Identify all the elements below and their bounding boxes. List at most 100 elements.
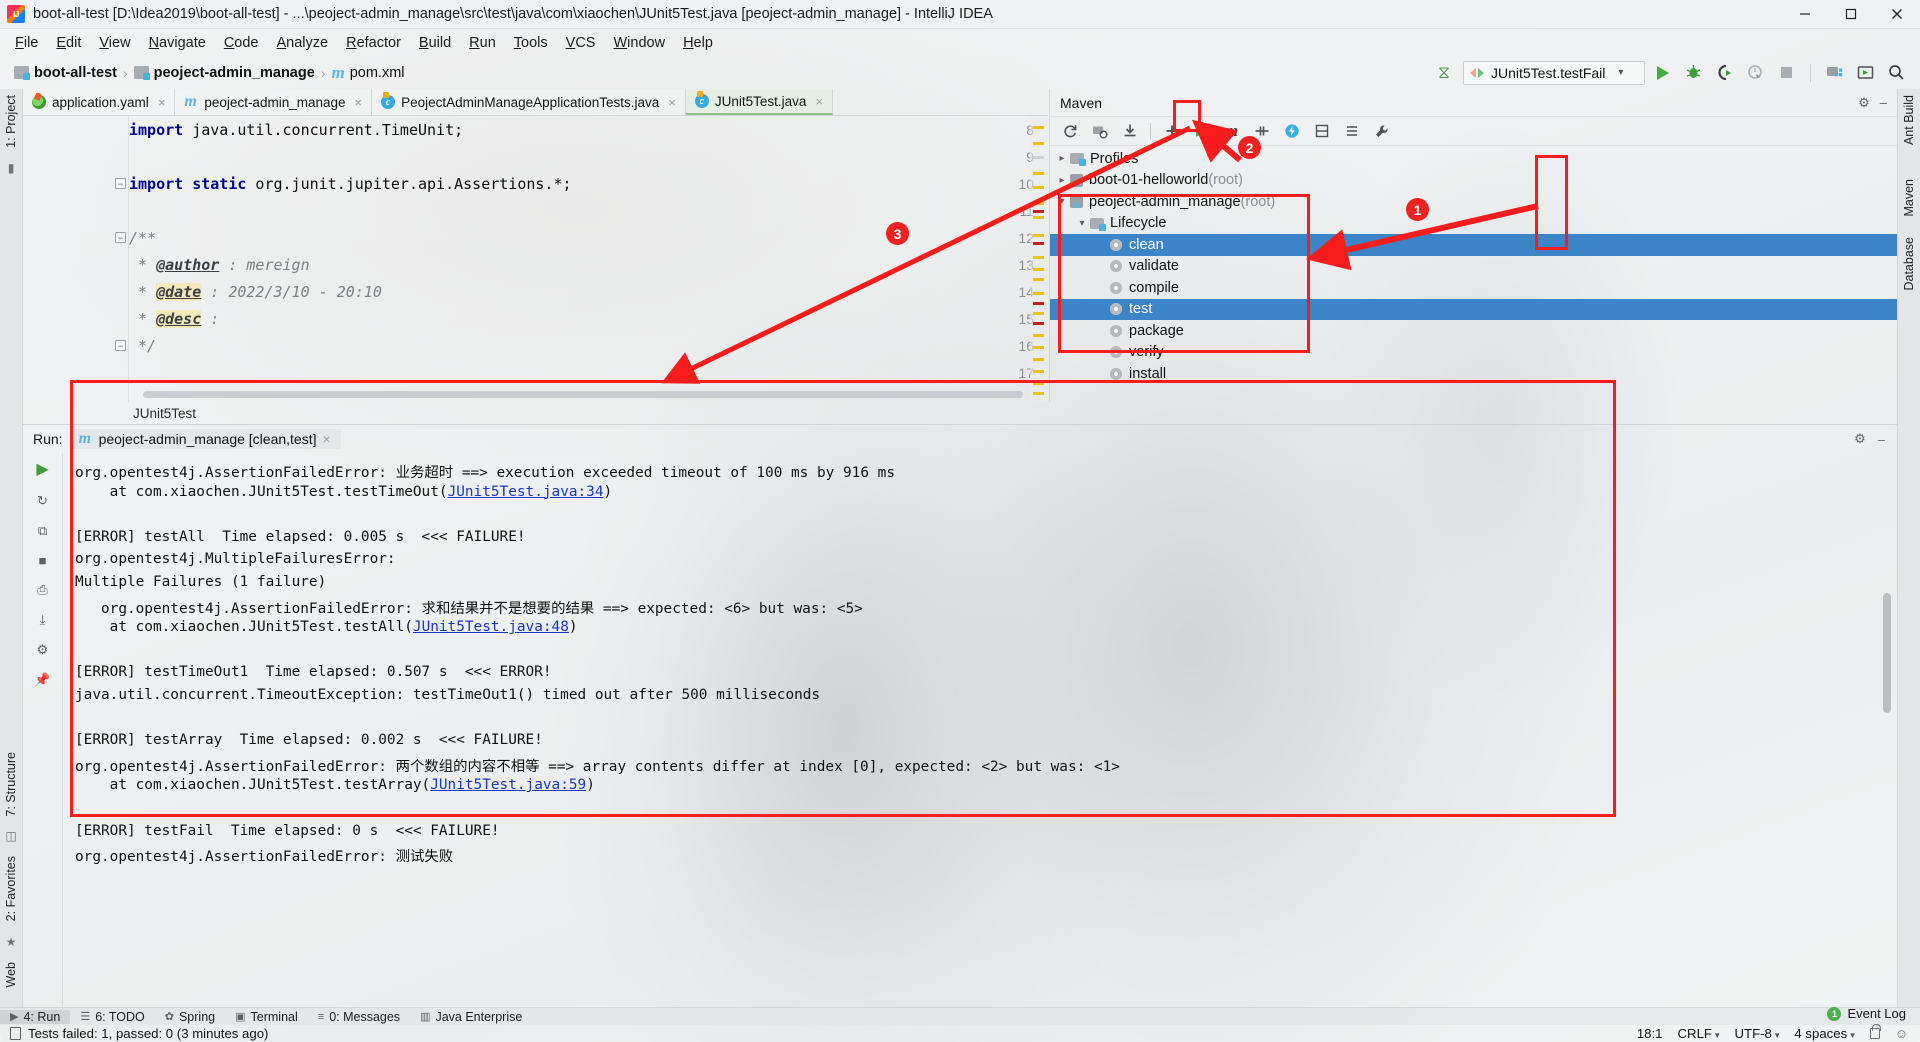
- chevron-right-icon[interactable]: ▸: [1054, 153, 1070, 164]
- profile-button[interactable]: [1742, 60, 1769, 86]
- maven-tree-item-boot-01-helloworld[interactable]: ▸ boot-01-helloworld (root): [1050, 170, 1897, 192]
- maven-tree-item-compile[interactable]: compile: [1050, 277, 1897, 299]
- tool-window-ant-build[interactable]: Ant Build: [1902, 89, 1916, 151]
- favorites-star-icon[interactable]: ★: [6, 928, 17, 956]
- maven-tree-item-install[interactable]: install: [1050, 363, 1897, 385]
- tool-window-messages[interactable]: ≡ 0: Messages: [308, 1010, 410, 1024]
- toggle-skip-tests-button[interactable]: [1278, 118, 1305, 144]
- build-hammer-icon[interactable]: ⧖: [1429, 63, 1459, 83]
- tool-window-structure[interactable]: 7: Structure: [4, 746, 18, 823]
- code-fold-icon[interactable]: −: [115, 178, 126, 189]
- maven-tree-item-peoject-admin-manage[interactable]: ▾ peoject-admin_manage (root): [1050, 191, 1897, 213]
- close-button[interactable]: [1874, 0, 1920, 29]
- run-configuration-selector[interactable]: JUnit5Test.testFail ▾: [1463, 60, 1645, 85]
- stacktrace-link[interactable]: JUnit5Test.java:34: [448, 484, 604, 500]
- caret-position[interactable]: 18:1: [1637, 1026, 1663, 1041]
- maximize-button[interactable]: [1828, 0, 1874, 29]
- pin-button[interactable]: 📌: [34, 672, 50, 688]
- rerun-button[interactable]: ▶: [36, 459, 48, 479]
- breadcrumb-item-0[interactable]: boot-all-test: [14, 65, 117, 81]
- menu-item-build[interactable]: Build: [410, 33, 460, 53]
- toggle-offline-mode-button[interactable]: [1248, 118, 1275, 144]
- close-icon[interactable]: ×: [815, 94, 823, 109]
- close-icon[interactable]: ×: [323, 431, 331, 447]
- menu-item-vcs[interactable]: VCS: [557, 33, 605, 53]
- menu-item-view[interactable]: View: [90, 33, 139, 53]
- execute-maven-goal-button[interactable]: m: [1218, 118, 1245, 144]
- tool-window-java-enterprise[interactable]: ▥ Java Enterprise: [410, 1010, 532, 1024]
- maven-tree-item-profiles[interactable]: ▸ Profiles: [1050, 148, 1897, 170]
- menu-item-file[interactable]: File: [6, 33, 47, 53]
- indent-selector[interactable]: 4 spaces ▾: [1794, 1026, 1854, 1041]
- console-scrollbar[interactable]: [1883, 593, 1891, 713]
- project-folder-icon[interactable]: ▮: [8, 154, 15, 182]
- run-tab[interactable]: m peoject-admin_manage [clean,test] ×: [70, 429, 341, 449]
- tool-window-project[interactable]: 1: Project: [4, 89, 18, 154]
- export-button[interactable]: ⤓: [40, 612, 46, 628]
- structure-icon[interactable]: ◫: [5, 822, 16, 850]
- inspector-icon[interactable]: ☺: [1895, 1026, 1908, 1041]
- editor-tab-0[interactable]: application.yaml ×: [23, 89, 176, 115]
- toggle-auto-test-button[interactable]: ⧉: [38, 523, 47, 539]
- minimize-icon[interactable]: –: [1880, 95, 1887, 110]
- maven-tree-item-package[interactable]: package: [1050, 320, 1897, 342]
- code-fold-icon[interactable]: −: [115, 232, 126, 243]
- event-log-button[interactable]: 1 Event Log: [1827, 1006, 1906, 1021]
- avd-manager-button[interactable]: [1852, 60, 1879, 86]
- menu-item-run[interactable]: Run: [460, 33, 505, 53]
- minimize-button[interactable]: [1782, 0, 1828, 29]
- stacktrace-link[interactable]: JUnit5Test.java:48: [413, 619, 569, 635]
- tool-window-maven[interactable]: Maven: [1902, 173, 1916, 223]
- menu-item-tools[interactable]: Tools: [505, 33, 557, 53]
- code-fold-icon[interactable]: −: [115, 340, 126, 351]
- download-sources-button[interactable]: [1116, 118, 1143, 144]
- chevron-down-icon[interactable]: ▾: [1074, 218, 1090, 229]
- breadcrumb-item-2[interactable]: m pom.xml: [331, 64, 404, 81]
- settings-button[interactable]: ⚙: [37, 642, 49, 658]
- stacktrace-link[interactable]: JUnit5Test.java:59: [430, 777, 586, 793]
- generate-sources-button[interactable]: [1086, 118, 1113, 144]
- tool-window-terminal[interactable]: ▣ Terminal: [225, 1010, 308, 1024]
- tool-window-favorites[interactable]: 2: Favorites: [4, 850, 18, 927]
- maven-settings-button[interactable]: [1368, 118, 1395, 144]
- editor-tab-3[interactable]: c JUnit5Test.java ×: [685, 89, 833, 115]
- run-maven-build-button[interactable]: [1188, 118, 1215, 144]
- editor-marker-bar[interactable]: [1030, 116, 1048, 402]
- collapse-all-button[interactable]: [1308, 118, 1335, 144]
- maven-tree-item-lifecycle[interactable]: ▾ Lifecycle: [1050, 213, 1897, 235]
- gear-icon[interactable]: ⚙: [1858, 95, 1870, 111]
- maven-tree-item-validate[interactable]: validate: [1050, 256, 1897, 278]
- stop-button[interactable]: [1773, 60, 1800, 86]
- tool-window-database[interactable]: Database: [1902, 231, 1916, 297]
- editor-tab-1[interactable]: m peoject-admin_manage ×: [175, 89, 373, 115]
- tool-window-spring[interactable]: ✿ Spring: [155, 1010, 225, 1024]
- chevron-right-icon[interactable]: ▸: [1054, 175, 1070, 186]
- editor-horizontal-scrollbar[interactable]: [143, 391, 1023, 398]
- gear-icon[interactable]: ⚙: [1854, 431, 1866, 447]
- close-icon[interactable]: ×: [158, 95, 166, 110]
- rerun-failed-tests-button[interactable]: ↻: [37, 493, 48, 509]
- maven-tree-item-clean[interactable]: clean: [1050, 234, 1897, 256]
- unlocked-icon[interactable]: [1869, 1024, 1881, 1039]
- menu-item-navigate[interactable]: Navigate: [140, 33, 215, 53]
- tool-window-web[interactable]: Web: [4, 956, 18, 993]
- close-icon[interactable]: ×: [668, 95, 676, 110]
- menu-item-refactor[interactable]: Refactor: [337, 33, 410, 53]
- editor-code-area[interactable]: import java.util.concurrent.TimeUnit; im…: [129, 116, 1048, 402]
- menu-item-help[interactable]: Help: [674, 33, 722, 53]
- minimize-icon[interactable]: –: [1878, 432, 1885, 447]
- encoding-selector[interactable]: UTF-8 ▾: [1734, 1026, 1779, 1041]
- expand-all-button[interactable]: [1338, 118, 1365, 144]
- run-console-output[interactable]: org.opentest4j.AssertionFailedError: 业务超…: [63, 453, 1897, 1007]
- editor-tab-2[interactable]: c PeojectAdminManageApplicationTests.java…: [372, 89, 686, 115]
- chevron-down-icon[interactable]: ▾: [1054, 196, 1070, 207]
- menu-item-code[interactable]: Code: [215, 33, 268, 53]
- add-maven-project-button[interactable]: [1158, 118, 1185, 144]
- code-editor[interactable]: import java.util.concurrent.TimeUnit; im…: [23, 116, 1048, 402]
- tool-window-run[interactable]: ▶ 4: Run: [0, 1009, 71, 1024]
- run-with-coverage-button[interactable]: [1711, 60, 1738, 86]
- run-button[interactable]: [1649, 60, 1676, 86]
- debug-button[interactable]: [1680, 60, 1707, 86]
- maven-tree-item-verify[interactable]: verify: [1050, 342, 1897, 364]
- maven-projects-tree[interactable]: ▸ Profiles ▸ boot-01-helloworld (root) ▾ peoj…: [1050, 146, 1897, 385]
